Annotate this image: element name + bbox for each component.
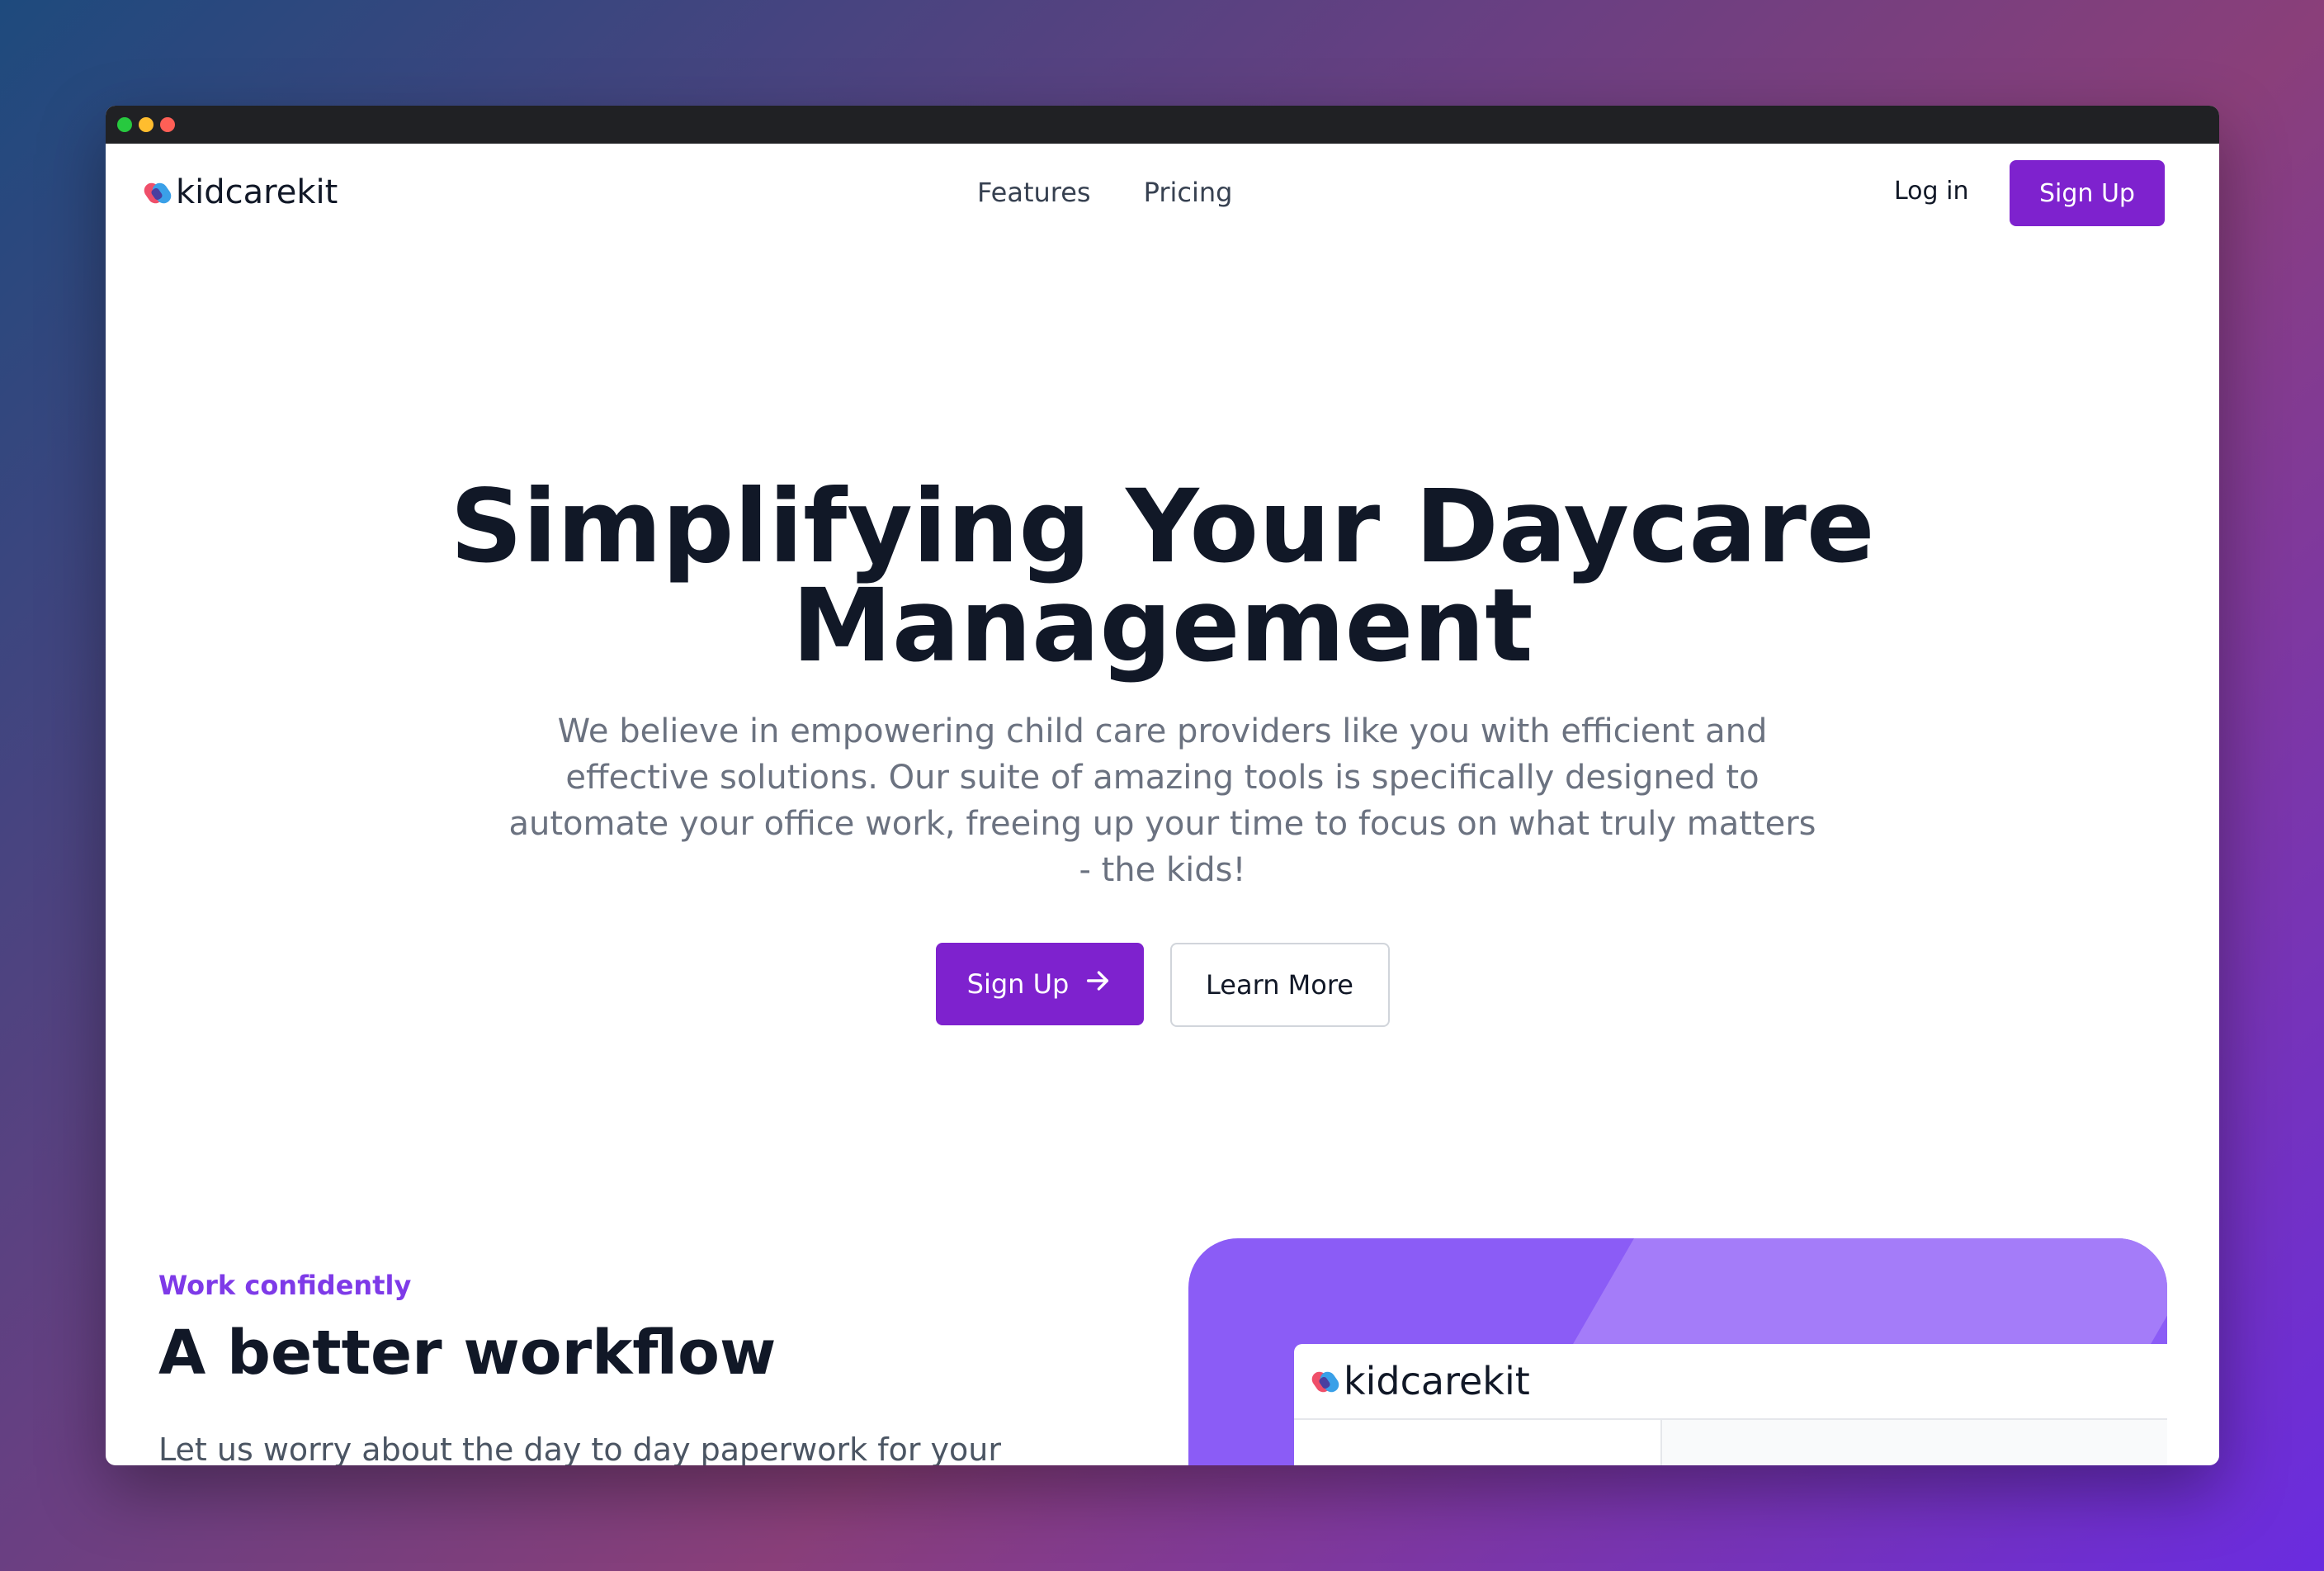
preview-brand-name: kidcarekit — [1344, 1359, 1530, 1403]
feature-section: Work confidently A better workflow Let u… — [158, 1270, 1149, 1465]
window-titlebar — [106, 106, 2219, 144]
brand-logo[interactable]: kidcarekit — [141, 173, 338, 211]
preview-decoration — [1571, 1238, 2167, 1346]
hero-signup-button[interactable]: Sign Up — [935, 943, 1144, 1025]
brand-name: kidcarekit — [176, 173, 338, 211]
login-link[interactable]: Log in — [1894, 177, 1968, 206]
hero-cta-row: Sign Up Learn More — [106, 943, 2219, 1027]
logo-mark-icon — [141, 178, 174, 206]
top-navigation: kidcarekit Features Pricing Log in Sign … — [106, 144, 2219, 243]
hero-description: We believe in empowering child care prov… — [508, 712, 1816, 889]
hero-signup-label: Sign Up — [966, 968, 1070, 1000]
preview-body — [1294, 1420, 2167, 1465]
nav-link-pricing[interactable]: Pricing — [1144, 177, 1233, 208]
window-minimize-icon[interactable] — [139, 117, 154, 132]
nav-links: Features Pricing — [977, 177, 1232, 208]
feature-description: Let us worry about the day to day paperw… — [158, 1431, 1001, 1465]
feature-title: A better workflow — [158, 1318, 777, 1389]
hero-title: Simplifying Your Daycare Management — [450, 468, 1875, 684]
feature-eyebrow: Work confidently — [158, 1270, 412, 1301]
preview-header: kidcarekit — [1294, 1344, 2167, 1420]
signup-button[interactable]: Sign Up — [2010, 160, 2165, 226]
window-close-icon[interactable] — [160, 117, 175, 132]
preview-card: kidcarekit — [1294, 1344, 2167, 1465]
browser-window: kidcarekit Features Pricing Log in Sign … — [106, 106, 2219, 1465]
preview-main — [1662, 1420, 2167, 1465]
preview-sidebar — [1294, 1420, 1662, 1465]
preview-logo-mark-icon — [1309, 1367, 1342, 1395]
arrow-right-icon — [1084, 967, 1112, 1001]
app-preview: kidcarekit — [1188, 1238, 2167, 1465]
window-maximize-icon[interactable] — [117, 117, 132, 132]
nav-link-features[interactable]: Features — [977, 177, 1091, 208]
hero-section: Simplifying Your Daycare Management We b… — [106, 468, 2219, 893]
learn-more-button[interactable]: Learn More — [1169, 943, 1390, 1027]
